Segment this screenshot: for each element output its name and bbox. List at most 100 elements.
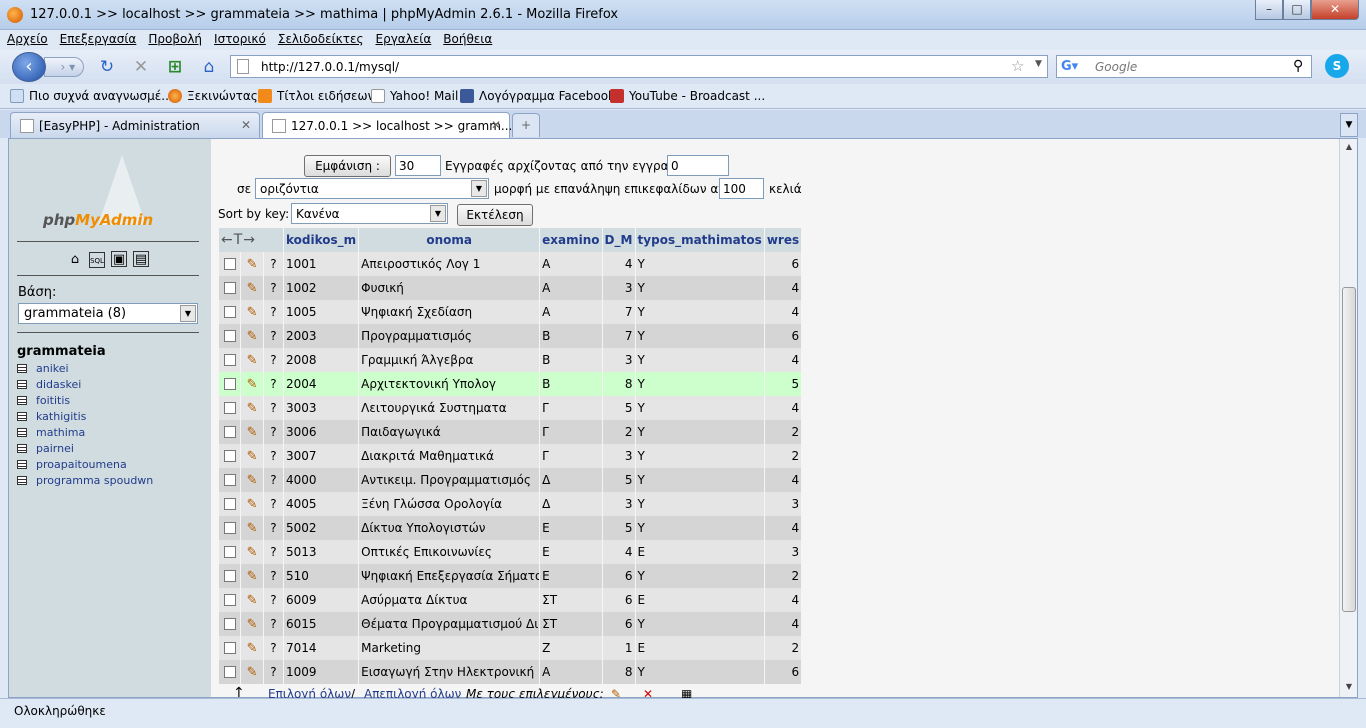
column-header-kodikos[interactable]: kodikos_m — [284, 228, 359, 252]
star-icon[interactable]: ☆ — [1011, 57, 1024, 75]
query-window-icon[interactable]: ▣ — [111, 251, 127, 267]
column-header-dm[interactable]: D_M — [602, 228, 635, 252]
row-checkbox[interactable] — [219, 468, 241, 492]
database-name-link[interactable]: grammateia — [17, 344, 106, 359]
reload-icon[interactable]: ↻ — [96, 56, 118, 78]
sidebar-table-item[interactable]: anikei — [17, 362, 153, 378]
new-tab-button[interactable]: + — [512, 113, 540, 137]
sidebar-table-item[interactable]: kathigitis — [17, 410, 153, 426]
column-header-examino[interactable]: examino — [540, 228, 602, 252]
execute-button[interactable]: Εκτέλεση — [457, 204, 533, 226]
edit-icon[interactable]: ✎ — [241, 420, 263, 444]
row-checkbox[interactable] — [219, 492, 241, 516]
row-checkbox[interactable] — [219, 660, 241, 684]
phpmyadmin-logo[interactable]: phpMyAdmin — [43, 155, 193, 245]
row-info-icon[interactable]: ? — [263, 468, 283, 492]
edit-icon[interactable]: ✎ — [241, 564, 263, 588]
row-info-icon[interactable]: ? — [263, 372, 283, 396]
home-icon[interactable]: ⌂ — [198, 56, 220, 78]
bookmark-headlines[interactable]: Τίτλοι ειδήσεων — [258, 89, 374, 103]
row-info-icon[interactable]: ? — [263, 612, 283, 636]
menu-help[interactable]: Βοήθεια — [436, 30, 497, 46]
row-info-icon[interactable]: ? — [263, 660, 283, 684]
row-info-icon[interactable]: ? — [263, 588, 283, 612]
docs-icon[interactable]: ▤ — [133, 251, 149, 267]
row-checkbox[interactable] — [219, 396, 241, 420]
start-row-input[interactable]: 0 — [667, 155, 729, 176]
row-info-icon[interactable]: ? — [263, 252, 283, 276]
sidebar-table-item[interactable]: programma spoudwn — [17, 474, 153, 490]
bookmark-yahoo-mail[interactable]: Yahoo! Mail — [371, 89, 458, 103]
row-info-icon[interactable]: ? — [263, 444, 283, 468]
column-header-wres[interactable]: wres — [764, 228, 802, 252]
google-icon[interactable]: G▾ — [1061, 59, 1078, 74]
row-checkbox[interactable] — [219, 300, 241, 324]
search-icon[interactable]: ⚲ — [1293, 58, 1303, 74]
edit-icon[interactable]: ✎ — [241, 324, 263, 348]
stop-icon[interactable]: ✕ — [130, 56, 152, 78]
sort-key-select[interactable]: Κανένα ▼ — [291, 203, 448, 224]
back-button[interactable]: ‹ — [12, 52, 46, 82]
row-checkbox[interactable] — [219, 636, 241, 660]
repeat-headers-input[interactable]: 100 — [719, 178, 764, 199]
row-info-icon[interactable]: ? — [263, 420, 283, 444]
row-checkbox[interactable] — [219, 612, 241, 636]
row-info-icon[interactable]: ? — [263, 324, 283, 348]
url-bar[interactable]: http://127.0.0.1/mysql/ ☆ ▼ — [230, 55, 1048, 78]
row-info-icon[interactable]: ? — [263, 540, 283, 564]
edit-icon[interactable]: ✎ — [241, 396, 263, 420]
menu-view[interactable]: Προβολή — [141, 30, 207, 46]
minimize-button[interactable]: – — [1255, 0, 1283, 20]
bookmark-youtube[interactable]: YouTube - Broadcast ... — [610, 89, 765, 103]
close-tab-icon[interactable]: ✕ — [491, 118, 501, 132]
row-checkbox[interactable] — [219, 420, 241, 444]
sidebar-table-item[interactable]: mathima — [17, 426, 153, 442]
search-box[interactable]: G▾ Google ⚲ — [1056, 55, 1312, 78]
row-info-icon[interactable]: ? — [263, 564, 283, 588]
edit-icon[interactable]: ✎ — [241, 492, 263, 516]
edit-icon[interactable]: ✎ — [241, 300, 263, 324]
row-checkbox[interactable] — [219, 276, 241, 300]
edit-icon[interactable]: ✎ — [241, 348, 263, 372]
row-checkbox[interactable] — [219, 252, 241, 276]
menu-tools[interactable]: Εργαλεία — [369, 30, 437, 46]
edit-icon[interactable]: ✎ — [241, 588, 263, 612]
edit-icon[interactable]: ✎ — [241, 516, 263, 540]
row-checkbox[interactable] — [219, 516, 241, 540]
row-checkbox[interactable] — [219, 444, 241, 468]
bookmark-facebook[interactable]: Λογόγραμμα Facebook — [460, 89, 615, 103]
row-info-icon[interactable]: ? — [263, 636, 283, 660]
edit-icon[interactable]: ✎ — [241, 636, 263, 660]
menu-history[interactable]: Ιστορικό — [207, 30, 271, 46]
tab-phpmyadmin[interactable]: 127.0.0.1 >> localhost >> gramm... ✕ — [262, 112, 512, 138]
row-checkbox[interactable] — [219, 564, 241, 588]
sidebar-table-item[interactable]: didaskei — [17, 378, 153, 394]
edit-icon[interactable]: ✎ — [241, 612, 263, 636]
sidebar-table-item[interactable]: pairnei — [17, 442, 153, 458]
row-checkbox[interactable] — [219, 588, 241, 612]
display-mode-select[interactable]: οριζόντια ▼ — [255, 178, 489, 199]
scroll-up-icon[interactable]: ▲ — [1342, 142, 1356, 154]
vertical-scrollbar[interactable]: ▲ ▼ — [1339, 139, 1357, 697]
tab-easyphp[interactable]: [EasyPHP] - Administration ✕ — [10, 112, 260, 138]
row-checkbox[interactable] — [219, 348, 241, 372]
row-info-icon[interactable]: ? — [263, 300, 283, 324]
column-header-typos[interactable]: typos_mathimatos — [635, 228, 764, 252]
scroll-thumb[interactable] — [1342, 287, 1356, 612]
menu-bookmarks[interactable]: Σελιδοδείκτες — [271, 30, 369, 46]
edit-icon[interactable]: ✎ — [241, 372, 263, 396]
edit-icon[interactable]: ✎ — [241, 660, 263, 684]
row-info-icon[interactable]: ? — [263, 396, 283, 420]
menu-edit[interactable]: Επεξεργασία — [53, 30, 142, 46]
bookmark-getting-started[interactable]: Ξεκινώντας — [168, 89, 258, 103]
show-button[interactable]: Εμφάνιση : — [304, 155, 391, 177]
database-select[interactable]: grammateia (8) ▼ — [18, 303, 198, 324]
row-checkbox[interactable] — [219, 324, 241, 348]
column-header-onoma[interactable]: onoma — [359, 228, 540, 252]
row-info-icon[interactable]: ? — [263, 276, 283, 300]
skype-icon[interactable]: S — [1325, 54, 1349, 78]
column-resize-icon[interactable]: ←T→ — [219, 228, 283, 252]
row-info-icon[interactable]: ? — [263, 492, 283, 516]
row-checkbox[interactable] — [219, 540, 241, 564]
row-info-icon[interactable]: ? — [263, 516, 283, 540]
